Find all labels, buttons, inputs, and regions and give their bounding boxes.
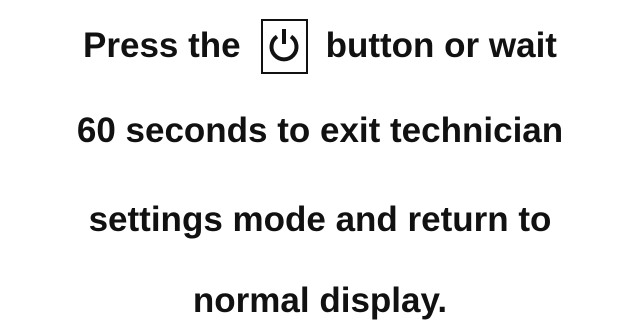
instruction-text-button-or-wait: button or wait: [325, 26, 557, 65]
instruction-line-1: Press the button or wait: [0, 18, 640, 74]
power-button[interactable]: [260, 18, 308, 74]
instruction-line-3: settings mode and return to: [88, 200, 552, 239]
instruction-line-4: normal display.: [192, 281, 448, 320]
instruction-line-2: 60 seconds to exit technician: [76, 111, 564, 150]
power-icon: [269, 29, 299, 62]
instruction-text-press-the: Press the: [83, 26, 241, 65]
